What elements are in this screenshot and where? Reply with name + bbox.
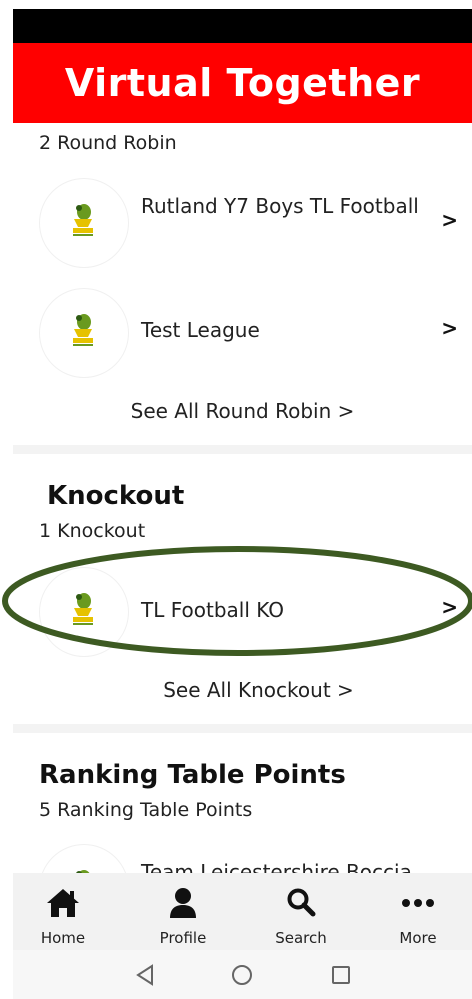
team-leicestershire-logo <box>39 567 129 657</box>
profile-icon <box>170 888 196 918</box>
chevron-right-icon[interactable]: > <box>441 208 458 232</box>
home-circle-icon[interactable] <box>231 964 253 986</box>
tab-more[interactable]: More <box>368 873 468 950</box>
section-divider <box>13 724 472 733</box>
status-bar-fill <box>13 9 472 43</box>
tab-label: Home <box>40 929 86 947</box>
bottom-tab-bar: Home Profile Search More <box>13 873 472 950</box>
list-item[interactable]: TL Football KO > <box>13 564 472 658</box>
section-divider <box>13 445 472 454</box>
tab-search[interactable]: Search <box>251 873 351 950</box>
list-item[interactable]: Team Leicestershire Boccia <box>13 841 472 873</box>
see-all-round-robin-link[interactable]: See All Round Robin > <box>13 399 472 423</box>
app-title: Virtual Together <box>64 61 421 105</box>
league-name: Test League <box>141 318 260 342</box>
search-icon <box>287 888 316 917</box>
android-nav-bar <box>13 950 472 999</box>
list-item[interactable]: Test League > <box>13 285 472 379</box>
chevron-right-icon[interactable]: > <box>441 316 458 340</box>
tab-home[interactable]: Home <box>13 873 113 950</box>
see-all-knockout-link[interactable]: See All Knockout > <box>29 678 472 702</box>
team-leicestershire-logo <box>39 844 129 873</box>
tab-label: Profile <box>159 929 207 947</box>
recents-icon[interactable] <box>331 964 351 986</box>
team-leicestershire-logo <box>39 178 129 268</box>
home-icon <box>47 889 79 917</box>
ranking-title: Ranking Table Points <box>39 760 346 790</box>
league-name: Rutland Y7 Boys TL Football <box>141 194 419 218</box>
knockout-count: 1 Knockout <box>39 520 146 542</box>
status-bar <box>0 0 472 43</box>
chevron-right-icon[interactable]: > <box>441 595 458 619</box>
league-name: Team Leicestershire Boccia <box>141 860 412 873</box>
ranking-count: 5 Ranking Table Points <box>39 799 253 821</box>
tab-profile[interactable]: Profile <box>133 873 233 950</box>
main-content[interactable]: 2 Round Robin Rutland Y7 Boys TL Footbal… <box>13 123 472 873</box>
app-header: Virtual Together <box>13 43 472 123</box>
back-icon[interactable] <box>135 964 155 986</box>
team-leicestershire-logo <box>39 288 129 378</box>
more-icon <box>402 899 434 907</box>
league-name: TL Football KO <box>141 598 285 622</box>
round-robin-count: 2 Round Robin <box>39 132 177 154</box>
tab-label: More <box>399 929 437 947</box>
list-item[interactable]: Rutland Y7 Boys TL Football > <box>13 175 472 269</box>
knockout-title: Knockout <box>47 481 185 511</box>
tab-label: Search <box>275 929 327 947</box>
